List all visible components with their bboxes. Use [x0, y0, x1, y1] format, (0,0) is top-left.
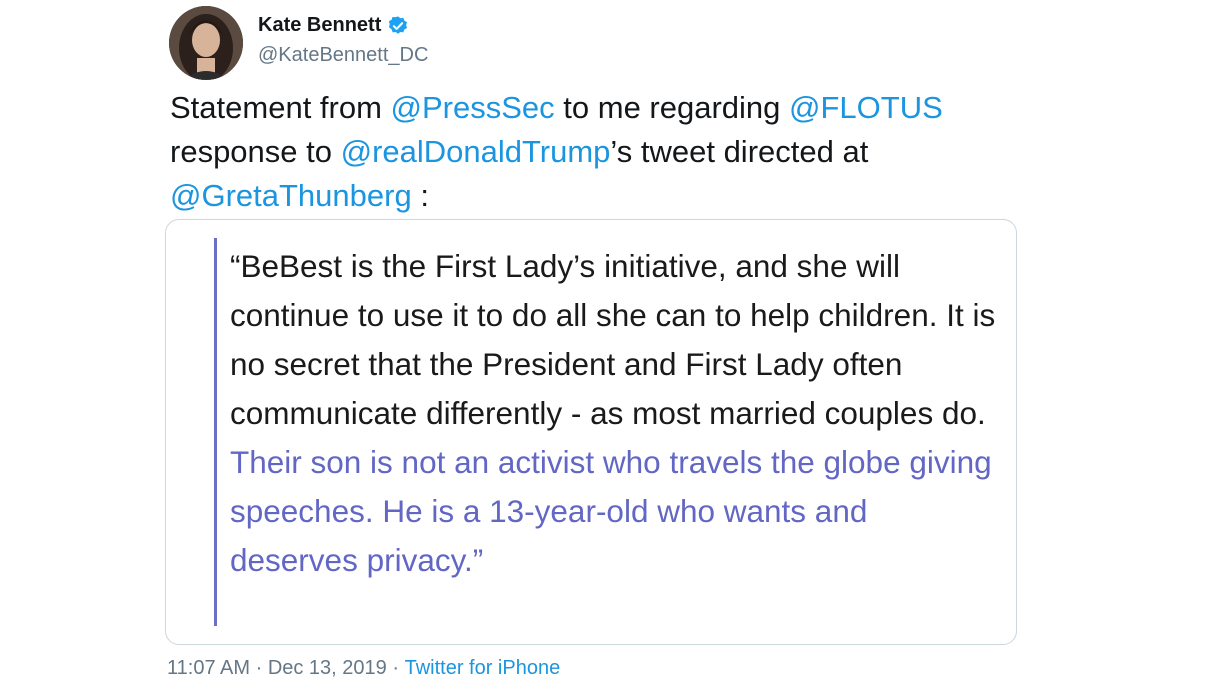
quote-bar — [214, 238, 217, 626]
tweet-date[interactable]: Dec 13, 2019 — [268, 657, 387, 680]
tweet-text-part: to me regarding — [554, 90, 790, 125]
mention-presssec[interactable]: @PressSec — [391, 90, 555, 125]
meta-separator: · — [250, 657, 268, 679]
quote-text: “BeBest is the First Lady’s initiative, … — [230, 242, 1000, 585]
profile-photo — [169, 6, 243, 80]
author-name[interactable]: Kate Bennett — [258, 14, 381, 37]
tweet-time[interactable]: 11:07 AM — [167, 657, 250, 680]
mention-gretathunberg[interactable]: @GretaThunberg — [170, 178, 412, 213]
author-handle[interactable]: @KateBennett_DC — [258, 44, 428, 67]
tweet-text-part: Statement from — [170, 90, 391, 125]
tweet-text-part: : — [411, 178, 429, 213]
quote-plain-text: “BeBest is the First Lady’s initiative, … — [230, 248, 996, 431]
quote-highlighted-text: Their son is not an activist who travels… — [230, 444, 992, 578]
avatar[interactable] — [169, 6, 243, 80]
tweet-meta: 11:07 AM · Dec 13, 2019 · Twitter for iP… — [167, 657, 560, 680]
mention-realdonaldtrump[interactable]: @realDonaldTrump — [341, 134, 611, 169]
meta-separator: · — [386, 657, 405, 679]
verified-badge-icon — [387, 15, 409, 37]
author-name-row: Kate Bennett — [258, 14, 409, 37]
tweet-text: Statement from @PressSec to me regarding… — [170, 86, 1070, 218]
attached-image-card[interactable]: “BeBest is the First Lady’s initiative, … — [165, 219, 1017, 645]
tweet-text-part: ’s tweet directed at — [610, 134, 869, 169]
tweet-source-link[interactable]: Twitter for iPhone — [405, 657, 561, 680]
mention-flotus[interactable]: @FLOTUS — [789, 90, 943, 125]
tweet-text-part: response to — [170, 134, 341, 169]
